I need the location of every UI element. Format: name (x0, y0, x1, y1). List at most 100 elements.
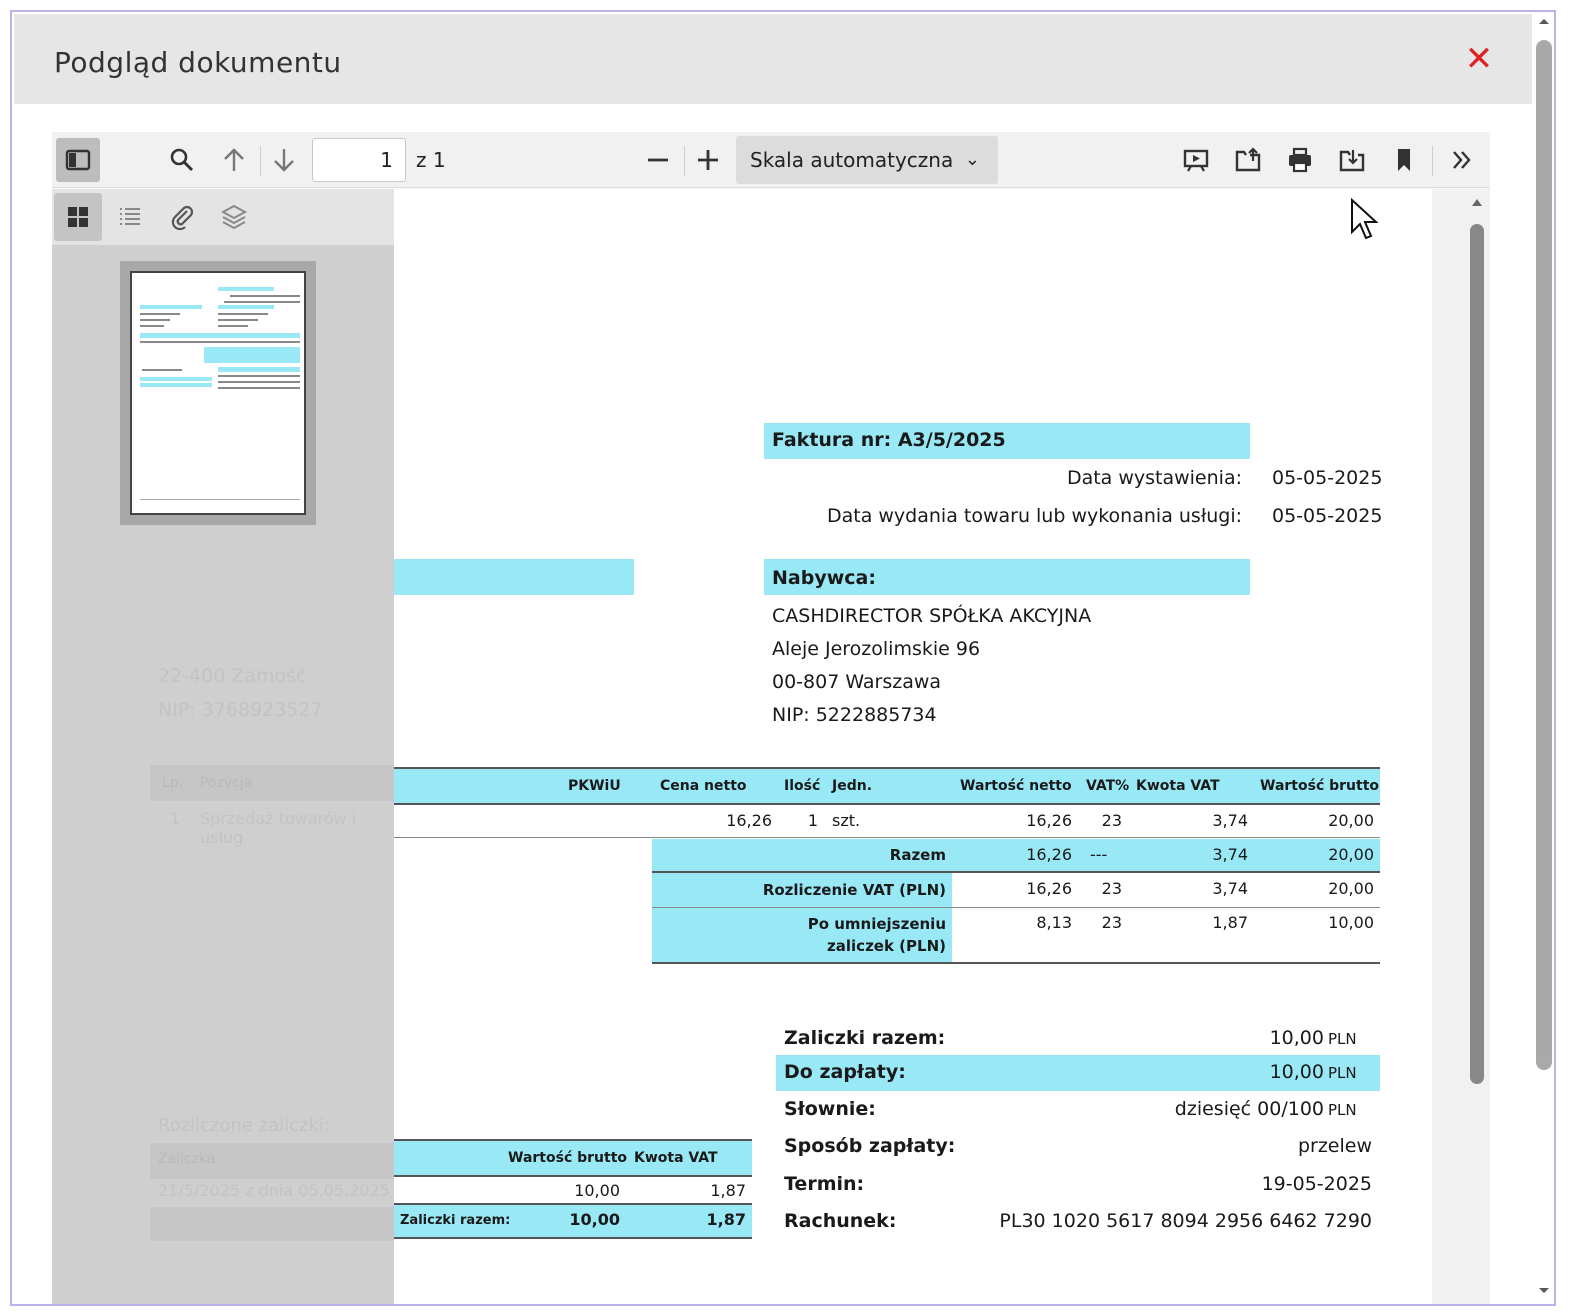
col-wartosc-netto: Wartość netto (960, 778, 1072, 794)
next-page-icon[interactable] (262, 138, 306, 182)
col-ilosc: Ilość (784, 778, 821, 794)
sidebar-tabs (52, 189, 394, 245)
slownie-label: Słownie: (784, 1098, 876, 1120)
zoom-in-icon[interactable] (686, 138, 730, 182)
advances-sum-brutto: 10,00 (569, 1210, 620, 1229)
modal-title: Podgląd dokumentu (54, 46, 342, 79)
sposob-zaplaty-label: Sposób zapłaty: (784, 1135, 956, 1157)
download-icon[interactable] (1330, 138, 1374, 182)
ghost-seller-nip: NIP: 3768923527 (158, 699, 323, 721)
document-page: Faktura nr: A3/5/2025 Data wystawienia: … (394, 189, 1432, 1304)
page-number-input[interactable]: 1 (312, 138, 406, 182)
zaliczki-razem-label: Zaliczki razem: (784, 1027, 946, 1049)
zoom-out-icon[interactable] (636, 138, 680, 182)
ghost-zaliczka-row: 21/5/2025 z dnia 05.05.2025 (158, 1181, 390, 1200)
buyer-city: 00-807 Warszawa (772, 671, 942, 693)
ghost-row-name: Sprzedaż towarów i usług (200, 809, 357, 847)
sidebar-toggle-icon[interactable] (56, 138, 100, 182)
issue-date: 05-05-2025 (1272, 467, 1383, 489)
thumbnails-view-icon[interactable] (54, 193, 102, 241)
rozliczenie-label: Rozliczenie VAT (PLN) (762, 881, 946, 899)
viewer-toolbar: 1 z 1 Skala automatyczna ⌄ (52, 132, 1490, 188)
ghost-col-pozycja: Pozycja (200, 775, 253, 791)
po-umniejszeniu-netto: 8,13 (1036, 913, 1072, 932)
advances-col-brutto: Wartość brutto (508, 1150, 628, 1166)
razem-kwota-vat: 3,74 (1212, 845, 1248, 864)
item-jedn: szt. (832, 811, 861, 830)
do-zaplaty-value: 10,00 (1269, 1061, 1324, 1083)
previous-page-icon[interactable] (212, 138, 256, 182)
sposob-zaplaty-value: przelew (1297, 1135, 1372, 1157)
do-zaplaty-currency: PLN (1328, 1064, 1357, 1082)
advances-sum-vat: 1,87 (706, 1210, 746, 1229)
razem-brutto: 20,00 (1328, 845, 1374, 864)
col-pkwiu: PKWiU (568, 778, 621, 794)
mouse-cursor-icon (1351, 198, 1379, 240)
item-wartosc-netto: 16,26 (1026, 811, 1072, 830)
termin-value: 19-05-2025 (1261, 1173, 1372, 1195)
page-count-label: z 1 (416, 148, 446, 172)
presentation-mode-icon[interactable] (1174, 138, 1218, 182)
page-thumbnail[interactable] (120, 261, 316, 525)
advances-sum-label: Zaliczki razem: (400, 1213, 511, 1228)
page-thumbnail-image (130, 271, 306, 515)
outline-view-icon[interactable] (106, 193, 154, 241)
po-umniejszeniu-brutto: 10,00 (1328, 913, 1374, 932)
ghost-col-lp: Lp. (162, 775, 184, 791)
rozliczenie-kwota-vat: 3,74 (1212, 879, 1248, 898)
close-icon[interactable]: ✕ (1462, 42, 1496, 76)
rachunek-label: Rachunek: (784, 1210, 897, 1232)
col-wartosc-brutto: Wartość brutto (1260, 778, 1380, 794)
buyer-nip: NIP: 5222885734 (772, 704, 937, 726)
scroll-up-arrow-icon[interactable] (1470, 196, 1484, 208)
advances-col-vat: Kwota VAT (634, 1150, 718, 1166)
pdf-viewer: 1 z 1 Skala automatyczna ⌄ 22-400 Zamość… (52, 132, 1490, 1304)
zoom-scale-select[interactable]: Skala automatyczna ⌄ (736, 136, 998, 184)
item-vat: 23 (1101, 811, 1122, 830)
more-tools-icon[interactable] (1440, 138, 1484, 182)
ghost-seller-city: 22-400 Zamość (158, 665, 307, 687)
item-wartosc-brutto: 20,00 (1328, 811, 1374, 830)
buyer-label: Nabywca: (772, 567, 876, 589)
open-file-icon[interactable] (1226, 138, 1270, 182)
layers-view-icon[interactable] (210, 193, 258, 241)
rachunek-value: PL30 1020 5617 8094 2956 6462 7290 (999, 1210, 1372, 1232)
col-kwota-vat: Kwota VAT (1136, 778, 1220, 794)
razem-netto: 16,26 (1026, 845, 1072, 864)
item-ilosc: 1 (807, 811, 818, 830)
rozliczenie-vat: 23 (1101, 879, 1122, 898)
ghost-zaliczki-title: Rozliczone zaliczki: (158, 1115, 331, 1136)
scroll-up-arrow-icon[interactable] (1536, 14, 1552, 30)
termin-label: Termin: (784, 1173, 865, 1195)
razem-vat: --- (1090, 845, 1108, 864)
po-umniejszeniu-label-1: Po umniejszeniu (807, 915, 946, 933)
search-icon[interactable] (160, 138, 204, 182)
bookmark-icon[interactable] (1382, 138, 1426, 182)
delivery-date-label: Data wydania towaru lub wykonania usługi… (826, 505, 1242, 527)
zoom-scale-value: Skala automatyczna (750, 148, 954, 172)
slownie-value: dziesięć 00/100 (1174, 1098, 1324, 1120)
advances-row-vat: 1,87 (710, 1181, 746, 1200)
thumbnail-sidebar: 22-400 Zamość NIP: 3768923527 Lp. Pozycj… (52, 189, 394, 1304)
modal-scrollbar-thumb[interactable] (1536, 40, 1552, 1070)
slownie-currency: PLN (1328, 1101, 1357, 1119)
invoice-title: Faktura nr: A3/5/2025 (772, 429, 1006, 451)
print-icon[interactable] (1278, 138, 1322, 182)
col-jedn: Jedn. (832, 778, 873, 794)
attachments-view-icon[interactable] (158, 193, 206, 241)
scroll-down-arrow-icon[interactable] (1536, 1282, 1552, 1298)
document-scrollbar-thumb[interactable] (1470, 224, 1484, 1084)
rozliczenie-netto: 16,26 (1026, 879, 1072, 898)
item-kwota-vat: 3,74 (1212, 811, 1248, 830)
col-vat: VAT% (1086, 778, 1130, 794)
buyer-street: Aleje Jerozolimskie 96 (772, 638, 981, 660)
document-preview-modal: Podgląd dokumentu ✕ 1 z 1 Skala automaty… (10, 10, 1556, 1306)
col-cena-netto: Cena netto (660, 778, 747, 794)
razem-label: Razem (889, 846, 946, 864)
buyer-name: CASHDIRECTOR SPÓŁKA AKCYJNA (772, 605, 1092, 627)
po-umniejszeniu-label-2: zaliczek (PLN) (827, 937, 946, 955)
po-umniejszeniu-vat: 23 (1101, 913, 1122, 932)
chevron-down-icon: ⌄ (964, 149, 980, 170)
ghost-zaliczka-col: Zaliczka (158, 1151, 216, 1167)
ghost-row-no: 1 (170, 809, 181, 828)
